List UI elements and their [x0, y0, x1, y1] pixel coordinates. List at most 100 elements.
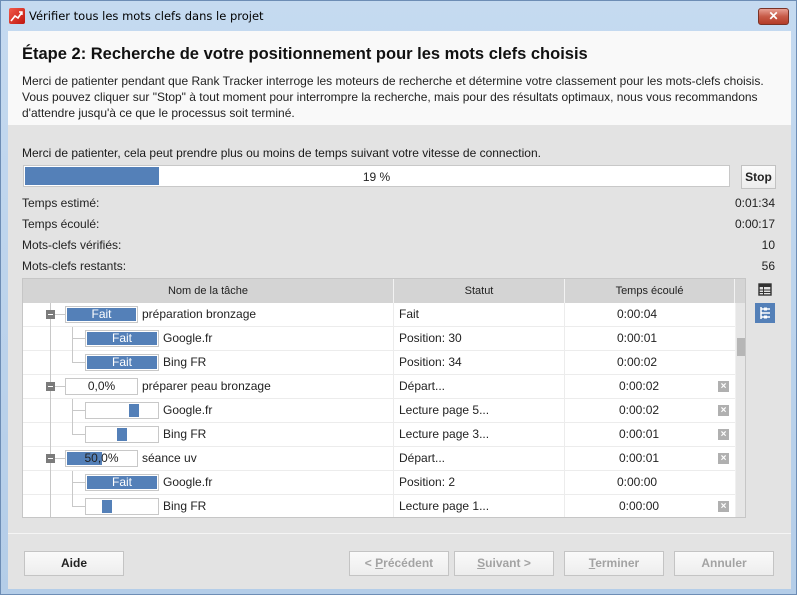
stat-label-elapsed: Temps écoulé:	[22, 217, 100, 231]
stat-label-checked: Mots-clefs vérifiés:	[22, 238, 122, 252]
task-name-cell: Fait Google.fr	[23, 471, 394, 495]
tree-line	[72, 471, 73, 495]
task-progress-bar: Fait	[85, 330, 159, 347]
table-header: Nom de la tâche Statut Temps écoulé	[23, 279, 745, 303]
tree-line	[55, 458, 65, 459]
task-elapsed-time: 0:00:00	[619, 499, 660, 513]
help-button[interactable]: Aide	[24, 551, 124, 576]
stop-button[interactable]: Stop	[741, 165, 776, 189]
task-time-cell: 0:00:00	[565, 471, 735, 494]
stat-label-remaining: Mots-clefs restants:	[22, 259, 127, 273]
stat-value-elapsed: 0:00:17	[734, 217, 775, 231]
task-progress-bar: Fait	[85, 474, 159, 491]
column-header-elapsed[interactable]: Temps écoulé	[565, 279, 735, 303]
search-engine-name: Bing FR	[163, 355, 207, 369]
dialog-body: Étape 2: Recherche de votre positionneme…	[8, 31, 791, 589]
task-time-cell: 0:00:01 ×	[565, 447, 735, 470]
tree-line	[50, 327, 51, 351]
engine-row[interactable]: Bing FR Lecture page 3... 0:00:01 ×	[23, 423, 735, 447]
task-elapsed-time: 0:00:01	[619, 427, 660, 441]
cancel-task-icon[interactable]: ×	[718, 381, 729, 392]
cancel-button[interactable]: Annuler	[674, 551, 774, 576]
next-rest: uivant >	[485, 556, 531, 570]
keyword-name: préparation bronzage	[142, 307, 257, 321]
task-row[interactable]: 50,0% séance uv Départ... 0:00:01 ×	[23, 447, 735, 471]
task-name-cell: 50,0% séance uv	[23, 447, 394, 471]
next-button[interactable]: Suivant >	[454, 551, 554, 576]
tree-line	[55, 314, 65, 315]
wait-message: Merci de patienter, cela peut prendre pl…	[22, 146, 541, 160]
task-time-cell: 0:00:02 ×	[565, 399, 735, 422]
cancel-task-icon[interactable]: ×	[718, 453, 729, 464]
task-status: Lecture page 1...	[394, 495, 565, 517]
scrollbar-thumb[interactable]	[737, 338, 745, 356]
task-elapsed-time: 0:00:00	[617, 475, 658, 489]
engine-row[interactable]: Bing FR Lecture page 1... 0:00:00 ×	[23, 495, 735, 517]
previous-rest: récédent	[383, 556, 434, 570]
tree-line	[72, 410, 85, 411]
column-header-task-name[interactable]: Nom de la tâche	[23, 279, 394, 303]
cancel-task-icon[interactable]: ×	[718, 405, 729, 416]
task-time-cell: 0:00:02	[565, 351, 735, 374]
progress-label: 19 %	[362, 170, 391, 184]
search-engine-name: Google.fr	[163, 403, 213, 417]
close-button[interactable]: ✕	[758, 8, 789, 25]
step-description: Merci de patienter pendant que Rank Trac…	[22, 74, 764, 120]
tree-line	[72, 506, 85, 507]
task-status: Position: 34	[394, 351, 565, 374]
task-row[interactable]: 0,0% préparer peau bronzage Départ... 0:00:…	[23, 375, 735, 399]
cancel-task-icon[interactable]: ×	[718, 429, 729, 440]
cancel-task-icon[interactable]: ×	[718, 501, 729, 512]
task-elapsed-time: 0:00:02	[617, 355, 658, 369]
task-status: Départ...	[394, 375, 565, 398]
task-progress-text: Fait	[91, 307, 112, 321]
tree-line	[72, 399, 73, 423]
task-progress-bar: 50,0%	[65, 450, 138, 467]
tree-line	[50, 399, 51, 423]
task-name-cell: Bing FR	[23, 423, 394, 447]
window-title: Vérifier tous les mots clefs dans le pro…	[29, 9, 264, 23]
stat-value-remaining: 56	[761, 259, 775, 273]
tree-line	[50, 423, 51, 447]
task-progress-bar	[85, 498, 159, 515]
stat-value-estimated: 0:01:34	[734, 196, 775, 210]
tree-line	[72, 338, 85, 339]
task-name-cell: 0,0% préparer peau bronzage	[23, 375, 394, 399]
step-title: Étape 2: Recherche de votre positionneme…	[22, 45, 588, 63]
task-status: Position: 2	[394, 471, 565, 494]
tree-line	[72, 327, 73, 351]
task-table: Nom de la tâche Statut Temps écoulé Fait…	[22, 278, 746, 518]
collapse-toggle-icon[interactable]	[46, 310, 55, 319]
task-progress-text: Fait	[111, 331, 132, 345]
task-row[interactable]: Fait préparation bronzage Fait 0:00:04	[23, 303, 735, 327]
task-progress-text: 0,0%	[87, 379, 116, 393]
collapse-toggle-icon[interactable]	[46, 454, 55, 463]
collapse-toggle-icon[interactable]	[46, 382, 55, 391]
tree-line	[72, 482, 85, 483]
column-header-status[interactable]: Statut	[394, 279, 565, 303]
search-engine-name: Bing FR	[163, 427, 207, 441]
keyword-name: préparer peau bronzage	[142, 379, 271, 393]
stat-label-estimated: Temps estimé:	[22, 196, 100, 210]
task-name-cell: Google.fr	[23, 399, 394, 423]
previous-button[interactable]: < Précédent	[349, 551, 449, 576]
stat-value-checked: 10	[761, 238, 775, 252]
footer-separator	[8, 533, 791, 534]
task-progress-text: Fait	[111, 355, 132, 369]
engine-row[interactable]: Fait Bing FR Position: 34 0:00:02	[23, 351, 735, 375]
engine-row[interactable]: Google.fr Lecture page 5... 0:00:02 ×	[23, 399, 735, 423]
search-engine-name: Google.fr	[163, 331, 213, 345]
finish-button[interactable]: Terminer	[564, 551, 664, 576]
engine-row[interactable]: Fait Google.fr Position: 2 0:00:00	[23, 471, 735, 495]
wizard-header: Étape 2: Recherche de votre positionneme…	[8, 31, 791, 125]
vertical-scrollbar[interactable]	[735, 303, 745, 517]
task-time-cell: 0:00:04	[565, 303, 735, 326]
tree-view-icon[interactable]	[755, 303, 775, 323]
task-status: Position: 30	[394, 327, 565, 350]
close-icon: ✕	[768, 9, 779, 23]
task-name-cell: Bing FR	[23, 495, 394, 517]
table-view-icon[interactable]	[756, 281, 774, 299]
engine-row[interactable]: Fait Google.fr Position: 30 0:00:01	[23, 327, 735, 351]
task-elapsed-time: 0:00:01	[619, 451, 660, 465]
task-time-cell: 0:00:02 ×	[565, 375, 735, 398]
